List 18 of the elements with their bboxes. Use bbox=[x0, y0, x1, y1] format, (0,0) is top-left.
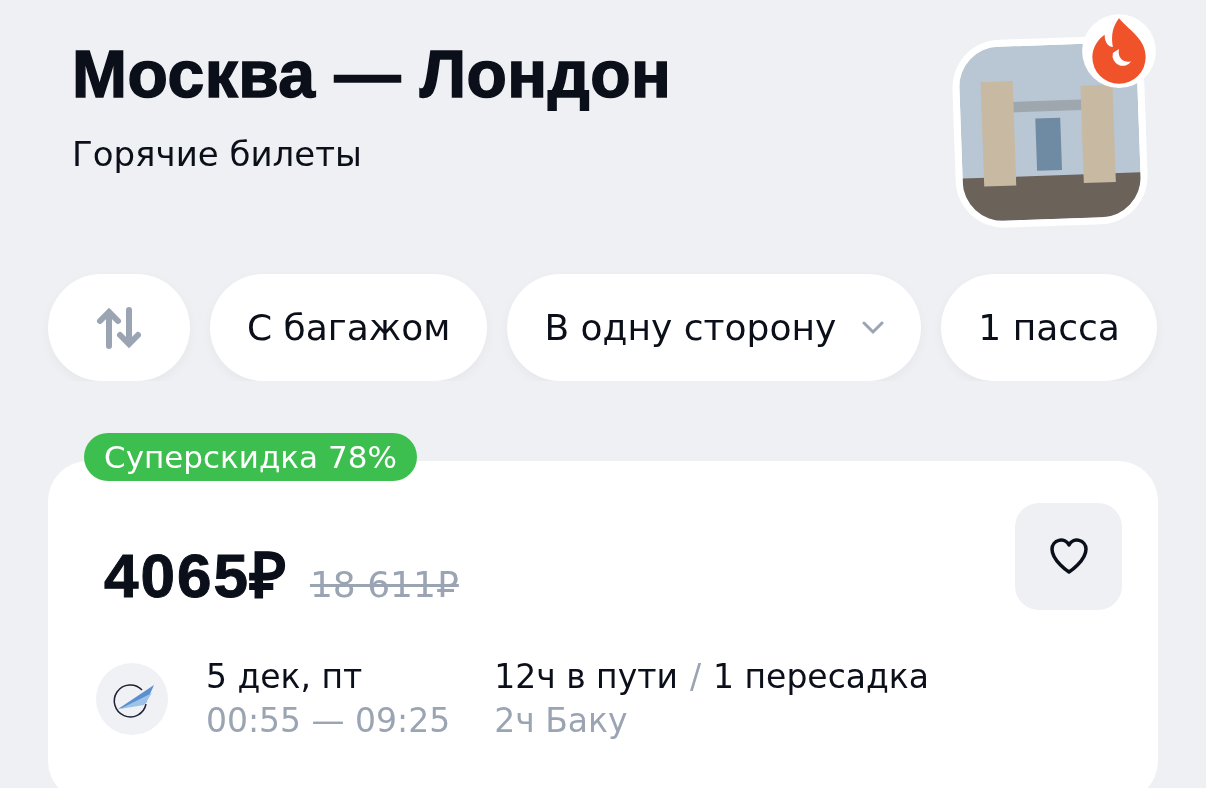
airline-logo-icon bbox=[96, 663, 168, 735]
chevron-down-icon bbox=[862, 320, 885, 335]
filter-chip[interactable]: 1 пасса bbox=[941, 274, 1157, 381]
price: 4065₽ bbox=[104, 540, 288, 612]
separator: / bbox=[689, 656, 701, 698]
old-price: 18 611₽ bbox=[309, 564, 459, 605]
layover-info: 2ч Баку bbox=[494, 700, 629, 742]
discount-badge: Суперскидка 78% bbox=[84, 433, 417, 481]
flight-date: 5 дек, пт bbox=[206, 656, 364, 698]
flight-duration: 12ч в пути bbox=[494, 656, 678, 698]
heart-icon bbox=[1047, 536, 1090, 576]
favorite-button[interactable] bbox=[1015, 502, 1122, 610]
subtitle: Горячие билеты bbox=[72, 134, 363, 174]
stops-count: 1 пересадка bbox=[713, 656, 929, 698]
flight-times: 00:55 — 09:25 bbox=[206, 700, 451, 742]
filter-chip[interactable]: С багажом bbox=[210, 274, 488, 381]
trip-type-dropdown[interactable]: В одну сторону bbox=[507, 274, 922, 381]
route-title: Москва — Лондон bbox=[72, 36, 672, 112]
